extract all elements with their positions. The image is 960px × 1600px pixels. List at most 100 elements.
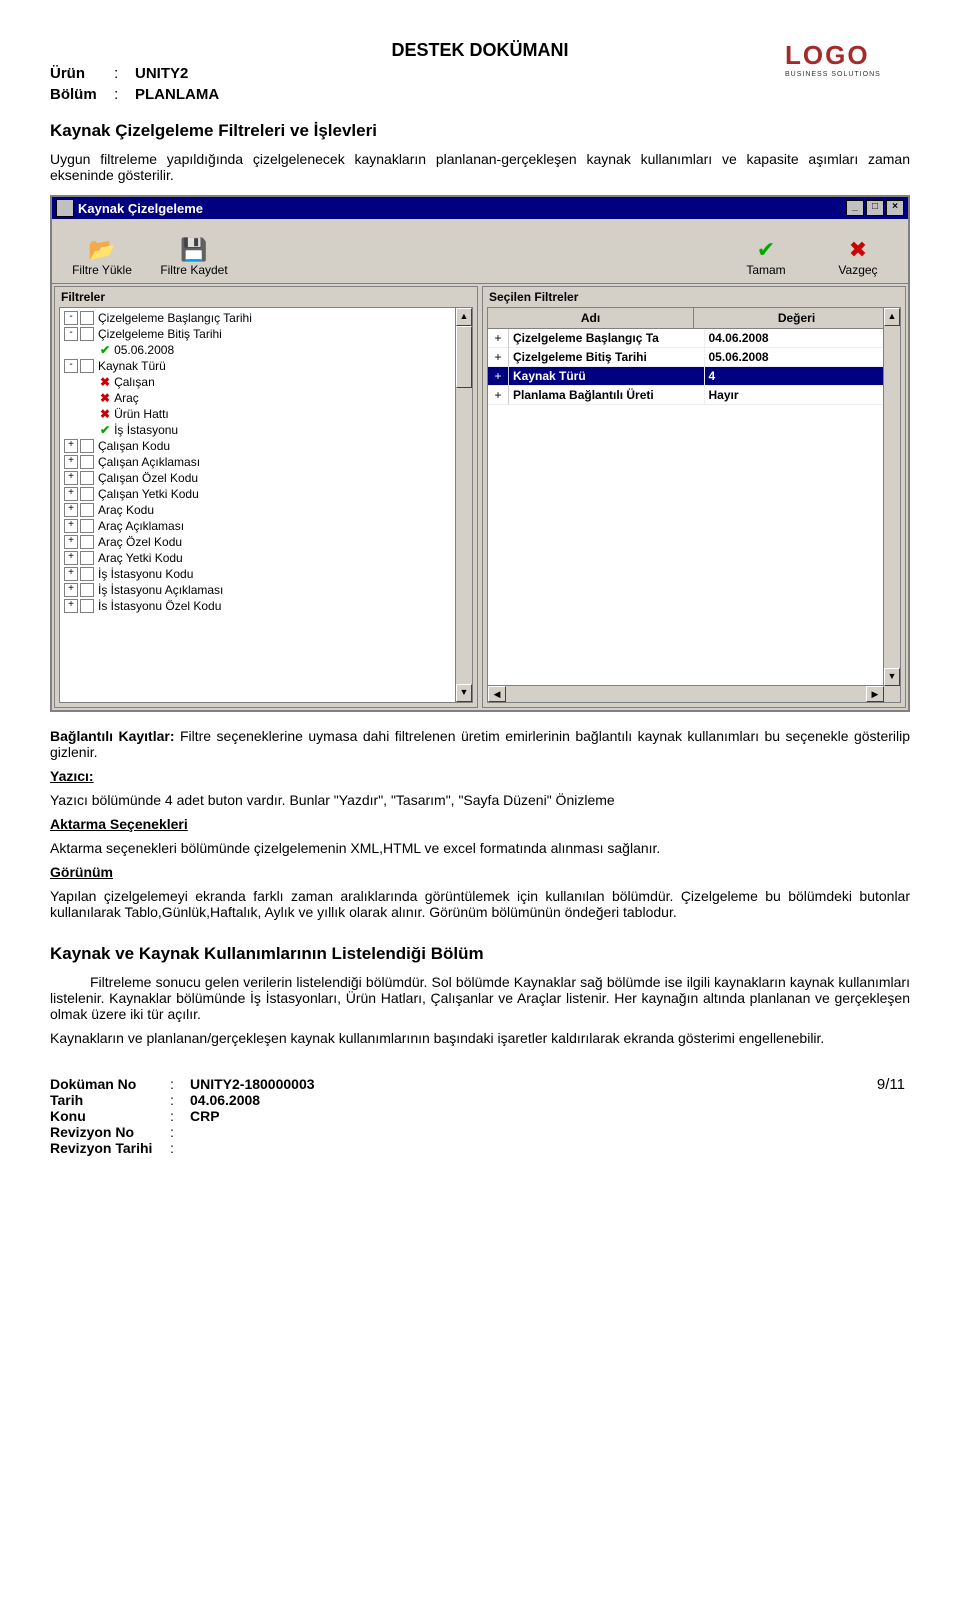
node-box-icon <box>80 583 94 597</box>
app-window: Kaynak Çizelgeleme _ □ × 📂 Filtre Yükle … <box>50 195 910 712</box>
selected-filters-header: Seçilen Filtreler <box>483 287 905 307</box>
linked-records-text: Filtre seçeneklerine uymasa dahi filtrel… <box>50 728 910 760</box>
node-box-icon <box>80 455 94 469</box>
tree-item-label: Çalışan Açıklaması <box>98 455 200 469</box>
resources-paragraph-2: Kaynakların ve planlanan/gerçekleşen kay… <box>50 1030 910 1046</box>
scroll-left-icon[interactable]: ◀ <box>488 686 506 702</box>
tree-item[interactable]: -Çizelgeleme Başlangıç Tarihi <box>62 310 470 326</box>
filter-load-button[interactable]: 📂 Filtre Yükle <box>56 223 148 279</box>
tree-item[interactable]: +Araç Kodu <box>62 502 470 518</box>
tree-item[interactable]: + Çalışan Açıklaması <box>62 454 470 470</box>
tree-item[interactable]: +Çalışan Özel Kodu <box>62 470 470 486</box>
tree-item[interactable]: +Araç Yetki Kodu <box>62 550 470 566</box>
vertical-scrollbar[interactable]: ▲ ▼ <box>883 308 900 702</box>
tree-item[interactable]: -Çizelgeleme Bitiş Tarihi <box>62 326 470 342</box>
expand-icon[interactable]: + <box>64 503 78 517</box>
check-icon: ✔ <box>100 343 110 357</box>
collapse-icon[interactable]: - <box>64 327 78 341</box>
tree-item[interactable]: ✖Ürün Hattı <box>62 406 470 422</box>
filter-save-button[interactable]: 💾 Filtre Kaydet <box>148 223 240 279</box>
tree-item[interactable]: +İş İstasyonu Kodu <box>62 566 470 582</box>
revno-label: Revizyon No <box>50 1124 170 1140</box>
grid-row[interactable]: +Çizelgeleme Bitiş Tarihi05.06.2008 <box>488 348 900 367</box>
filters-tree[interactable]: -Çizelgeleme Başlangıç Tarihi-Çizelgelem… <box>59 307 473 703</box>
expand-icon[interactable]: + <box>64 551 78 565</box>
tree-item-label: İş İstasyonu Açıklaması <box>98 583 223 597</box>
maximize-button[interactable]: □ <box>866 200 884 216</box>
tree-item[interactable]: +İs İstasyonu Özel Kodu <box>62 598 470 614</box>
tree-item-label: Ürün Hattı <box>114 407 169 421</box>
subject-value: CRP <box>190 1108 220 1124</box>
tree-item[interactable]: +Araç Özel Kodu <box>62 534 470 550</box>
product-label: Ürün <box>50 65 110 82</box>
tree-item[interactable]: +Çalışan Kodu <box>62 438 470 454</box>
titlebar: Kaynak Çizelgeleme _ □ × <box>52 197 908 219</box>
tree-item[interactable]: ✖Çalışan <box>62 374 470 390</box>
expand-icon[interactable]: + <box>64 599 78 613</box>
resources-paragraph-1: Filtreleme sonucu gelen verilerin listel… <box>50 974 910 1022</box>
check-icon: ✔ <box>100 423 110 437</box>
expand-icon[interactable]: + <box>64 471 78 485</box>
tree-item[interactable]: ✔05.06.2008 <box>62 342 470 358</box>
scroll-right-icon[interactable]: ▶ <box>866 686 884 702</box>
vertical-scrollbar[interactable]: ▲ ▼ <box>455 308 472 702</box>
logo: LOGO BUSINESS SOLUTIONS <box>785 40 905 78</box>
expand-icon[interactable]: + <box>488 348 509 367</box>
logo-tagline: BUSINESS SOLUTIONS <box>785 71 905 78</box>
tree-item[interactable]: -Kaynak Türü <box>62 358 470 374</box>
scroll-up-icon[interactable]: ▲ <box>884 308 900 326</box>
scroll-thumb[interactable] <box>456 326 472 388</box>
selected-filters-grid[interactable]: Adı Değeri +Çizelgeleme Başlangıç Ta04.0… <box>487 307 901 703</box>
grid-row[interactable]: +Kaynak Türü4 <box>488 367 900 386</box>
linked-records-label: Bağlantılı Kayıtlar: <box>50 728 175 744</box>
grid-cell-name: Kaynak Türü <box>509 367 705 386</box>
ok-button[interactable]: ✔ Tamam <box>720 223 812 279</box>
node-box-icon <box>80 567 94 581</box>
scroll-down-icon[interactable]: ▼ <box>456 684 472 702</box>
tree-item-label: Araç <box>114 391 139 405</box>
subject-label: Konu <box>50 1108 170 1124</box>
expand-icon[interactable]: + <box>64 567 78 581</box>
expand-icon[interactable]: + <box>64 535 78 549</box>
collapse-icon[interactable]: - <box>64 359 78 373</box>
filter-save-label: Filtre Kaydet <box>160 263 227 277</box>
section-heading-filters: Kaynak Çizelgeleme Filtreleri ve İşlevle… <box>50 121 910 141</box>
x-icon: ✖ <box>100 375 110 389</box>
app-icon <box>56 199 74 217</box>
collapse-icon[interactable]: - <box>64 311 78 325</box>
save-icon: 💾 <box>180 237 207 263</box>
node-box-icon <box>80 359 94 373</box>
tree-item[interactable]: ✔ İş İstasyonu <box>62 422 470 438</box>
tree-item[interactable]: +Çalışan Yetki Kodu <box>62 486 470 502</box>
cancel-button[interactable]: ✖ Vazgeç <box>812 223 904 279</box>
grid-row[interactable]: +Çizelgeleme Başlangıç Ta04.06.2008 <box>488 329 900 348</box>
check-icon: ✔ <box>757 237 775 263</box>
expand-icon[interactable]: + <box>64 519 78 533</box>
doc-title: DESTEK DOKÜMANI <box>50 40 910 61</box>
tree-item[interactable]: + İş İstasyonu Açıklaması <box>62 582 470 598</box>
grid-row[interactable]: +Planlama Bağlantılı ÜretiHayır <box>488 386 900 405</box>
expand-icon[interactable]: + <box>64 439 78 453</box>
ok-label: Tamam <box>746 263 785 277</box>
expand-icon[interactable]: + <box>488 386 509 405</box>
filters-header: Filtreler <box>55 287 477 307</box>
expand-icon[interactable]: + <box>64 583 78 597</box>
tree-item[interactable]: + Araç Açıklaması <box>62 518 470 534</box>
tree-item-label: Araç Açıklaması <box>98 519 184 533</box>
expand-icon[interactable]: + <box>488 329 509 348</box>
expand-icon[interactable]: + <box>488 367 509 386</box>
scroll-up-icon[interactable]: ▲ <box>456 308 472 326</box>
expand-icon[interactable]: + <box>64 487 78 501</box>
intro-paragraph: Uygun filtreleme yapıldığında çizelgelen… <box>50 151 910 183</box>
linked-records-paragraph: Bağlantılı Kayıtlar: Filtre seçeneklerin… <box>50 728 910 760</box>
tree-item-label: İş İstasyonu <box>114 423 178 437</box>
tree-item[interactable]: ✖Araç <box>62 390 470 406</box>
minimize-button[interactable]: _ <box>846 200 864 216</box>
node-box-icon <box>80 487 94 501</box>
close-button[interactable]: × <box>886 200 904 216</box>
expand-icon[interactable]: + <box>64 455 78 469</box>
filters-pane: Filtreler -Çizelgeleme Başlangıç Tarihi-… <box>54 286 478 708</box>
horizontal-scrollbar[interactable]: ◀ ▶ <box>488 685 884 702</box>
scroll-down-icon[interactable]: ▼ <box>884 668 900 686</box>
cancel-icon: ✖ <box>849 237 867 263</box>
